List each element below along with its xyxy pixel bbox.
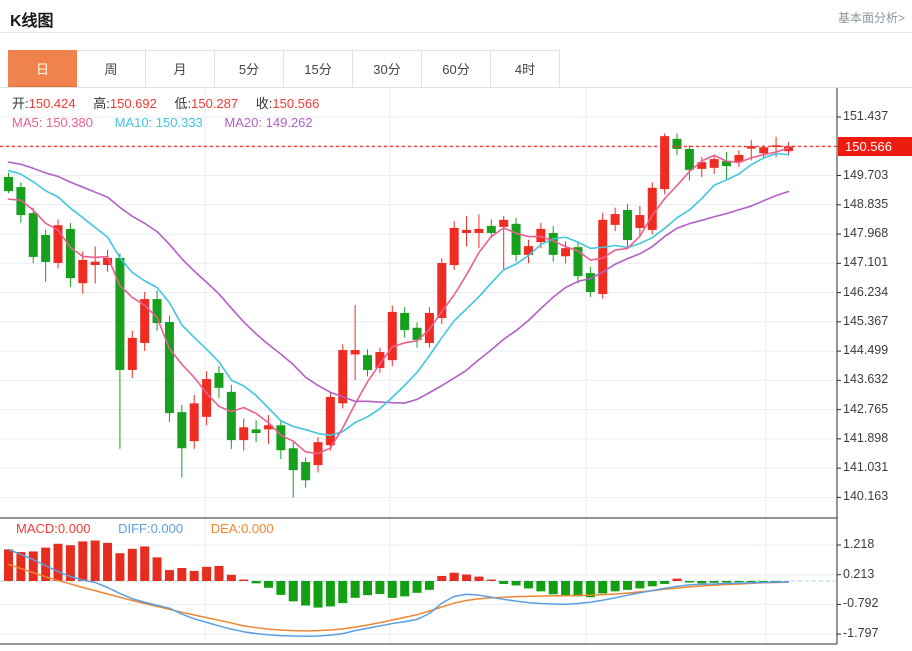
y-axis-label: -0.792	[843, 596, 878, 610]
y-axis-label: 146.234	[843, 285, 888, 299]
y-axis-label: 0.213	[843, 567, 874, 581]
close-value: 150.566	[272, 96, 319, 111]
y-axis-label: 141.031	[843, 460, 888, 474]
low-value: 150.287	[191, 96, 238, 111]
high-value: 150.692	[110, 96, 157, 111]
ma-legend: MA5: 150.380 MA10: 150.333 MA20: 149.262	[12, 115, 331, 130]
y-axis-label: -1.797	[843, 626, 878, 640]
ma5-value: 150.380	[46, 115, 93, 130]
y-axis-label: 143.632	[843, 372, 888, 386]
macd-label: MACD:	[16, 521, 58, 536]
ohlc-readout: 开:150.424 高:150.692 低:150.287 收:150.566	[12, 93, 333, 112]
y-axis-label: 151.437	[843, 109, 888, 123]
high-label: 高:	[93, 96, 110, 111]
dea-value: 0.000	[241, 521, 274, 536]
y-axis-label: 147.101	[843, 255, 888, 269]
ma20-label: MA20:	[224, 115, 262, 130]
y-axis-label: 1.218	[843, 537, 874, 551]
y-axis-label: 142.765	[843, 402, 888, 416]
ma20-value: 149.262	[266, 115, 313, 130]
y-axis-label: 141.898	[843, 431, 888, 445]
diff-label: DIFF:	[118, 521, 151, 536]
low-label: 低:	[175, 96, 192, 111]
y-axis-label: 140.163	[843, 489, 888, 503]
diff-value: 0.000	[151, 521, 184, 536]
open-value: 150.424	[29, 96, 76, 111]
y-axis-label: 149.703	[843, 168, 888, 182]
y-axis-label: 145.367	[843, 314, 888, 328]
y-axis-label: 144.499	[843, 343, 888, 357]
ma5-label: MA5:	[12, 115, 42, 130]
y-axis-label: 147.968	[843, 226, 888, 240]
dea-label: DEA:	[211, 521, 241, 536]
ma10-label: MA10:	[115, 115, 153, 130]
open-label: 开:	[12, 96, 29, 111]
y-axis-label: 148.835	[843, 197, 888, 211]
macd-legend: MACD:0.000 DIFF:0.000 DEA:0.000	[16, 521, 298, 536]
close-label: 收:	[256, 96, 273, 111]
current-price-tag: 150.566	[838, 137, 912, 156]
ma10-value: 150.333	[156, 115, 203, 130]
macd-value: 0.000	[58, 521, 91, 536]
